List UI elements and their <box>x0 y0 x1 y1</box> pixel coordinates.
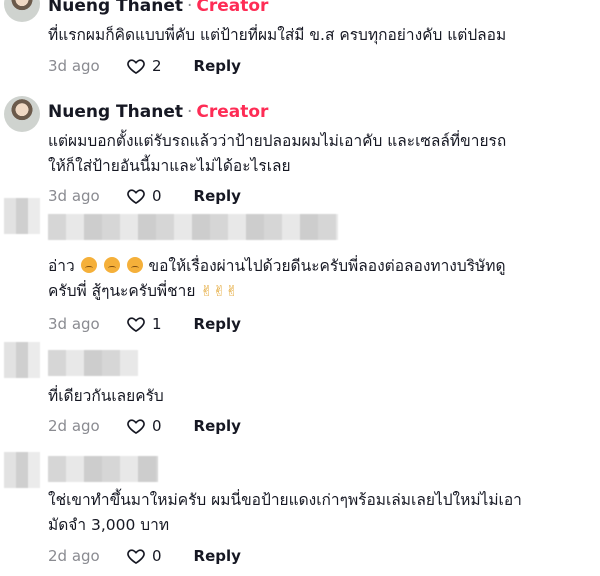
separator-dot: · <box>186 0 193 16</box>
reply-button[interactable]: Reply <box>194 547 241 565</box>
comment-text-line: ใช่เขาทำขึ้นมาใหม่ครับ ผมนี่ขอป้ายแดงเก่… <box>48 491 522 509</box>
like-button[interactable]: 0 <box>126 416 162 436</box>
comment-text: อ่าว ขอให้เรื่องผ่านไปด้วยดีนะครับพี่ลอง… <box>48 254 588 304</box>
reply-button[interactable]: Reply <box>194 57 241 75</box>
comment-text-end: ครับพี่ สู้ๆนะครับพี่ชาย <box>48 282 196 300</box>
like-button[interactable]: 1 <box>126 314 162 334</box>
like-count: 1 <box>152 315 162 333</box>
username-redacted <box>48 214 338 240</box>
avatar[interactable] <box>4 342 40 378</box>
comment-item: Nueng Thanet · Creator ที่แรกผมก็คิดแบบพ… <box>0 0 600 90</box>
comment-text: แต่ผมบอกตั้งแต่รับรถแล้วว่าป้ายปลอมผมไม่… <box>48 129 588 179</box>
comment-meta: 2d ago 0 Reply <box>48 416 241 436</box>
creator-badge: Creator <box>196 0 269 16</box>
like-count: 0 <box>152 547 162 565</box>
username-redacted <box>48 350 138 376</box>
sad-face-emoji-icon <box>126 257 143 273</box>
comment-date: 3d ago <box>48 315 100 333</box>
comment-text: ที่เดียวกันเลยครับ <box>48 387 164 405</box>
comment-text-start: อ่าว <box>48 257 75 275</box>
separator-dot: · <box>186 102 193 122</box>
comment-header: Nueng Thanet · Creator <box>48 102 268 122</box>
username[interactable]: Nueng Thanet <box>48 0 183 16</box>
like-button[interactable]: 2 <box>126 56 162 76</box>
comment-text-line: ให้ก็ใส่ป้ายอันนี้มาและไม่ได้อะไรเลย <box>48 157 291 175</box>
comment-item: Nueng Thanet · Creator แต่ผมบอกตั้งแต่รั… <box>0 94 600 206</box>
avatar[interactable] <box>4 198 40 234</box>
heart-outline-icon <box>127 549 145 565</box>
creator-badge: Creator <box>196 102 269 122</box>
victory-hand-emoji-icon: ✌✌✌ <box>200 282 239 300</box>
username[interactable]: Nueng Thanet <box>48 102 183 122</box>
avatar[interactable] <box>4 96 40 132</box>
comment-item: อ่าว ขอให้เรื่องผ่านไปด้วยดีนะครับพี่ลอง… <box>0 198 600 342</box>
username-redacted <box>48 456 158 482</box>
comment-meta: 3d ago 2 Reply <box>48 56 241 76</box>
like-button[interactable]: 0 <box>126 186 162 206</box>
heart-outline-icon <box>127 189 145 205</box>
comment-meta: 2d ago 0 Reply <box>48 546 241 566</box>
reply-button[interactable]: Reply <box>194 417 241 435</box>
comment-text-line: แต่ผมบอกตั้งแต่รับรถแล้วว่าป้ายปลอมผมไม่… <box>48 132 507 150</box>
heart-outline-icon <box>127 317 145 333</box>
avatar[interactable] <box>4 0 40 22</box>
comment-date: 3d ago <box>48 57 100 75</box>
like-count: 2 <box>152 57 162 75</box>
avatar[interactable] <box>4 452 40 488</box>
like-button[interactable]: 0 <box>126 546 162 566</box>
comment-text-line: อ่าว ขอให้เรื่องผ่านไปด้วยดีนะครับพี่ลอง… <box>48 254 588 279</box>
comment-meta: 3d ago 0 Reply <box>48 186 241 206</box>
comment-item: ที่เดียวกันเลยครับ 2d ago 0 Reply <box>0 342 600 436</box>
comment-text-line: มัดจำ 3,000 บาท <box>48 516 170 534</box>
comment-date: 3d ago <box>48 187 100 205</box>
like-count: 0 <box>152 187 162 205</box>
reply-button[interactable]: Reply <box>194 315 241 333</box>
comment-meta: 3d ago 1 Reply <box>48 314 241 334</box>
sad-face-emoji-icon <box>103 257 120 273</box>
comment-text: ใช่เขาทำขึ้นมาใหม่ครับ ผมนี่ขอป้ายแดงเก่… <box>48 488 588 538</box>
comment-text-mid: ขอให้เรื่องผ่านไปด้วยดีนะครับพี่ลองต่อลอ… <box>148 257 506 275</box>
comment-feed: Nueng Thanet · Creator ที่แรกผมก็คิดแบบพ… <box>0 0 600 576</box>
comment-item: ใช่เขาทำขึ้นมาใหม่ครับ ผมนี่ขอป้ายแดงเก่… <box>0 448 600 576</box>
comment-header: Nueng Thanet · Creator <box>48 0 268 16</box>
heart-outline-icon <box>127 59 145 75</box>
comment-text-line: ครับพี่ สู้ๆนะครับพี่ชาย ✌✌✌ <box>48 279 588 304</box>
sad-face-emoji-icon <box>80 257 97 273</box>
reply-button[interactable]: Reply <box>194 187 241 205</box>
comment-date: 2d ago <box>48 547 100 565</box>
comment-date: 2d ago <box>48 417 100 435</box>
like-count: 0 <box>152 417 162 435</box>
comment-text: ที่แรกผมก็คิดแบบพี่คับ แต่ป้ายที่ผมใส่มี… <box>48 26 507 44</box>
heart-outline-icon <box>127 419 145 435</box>
